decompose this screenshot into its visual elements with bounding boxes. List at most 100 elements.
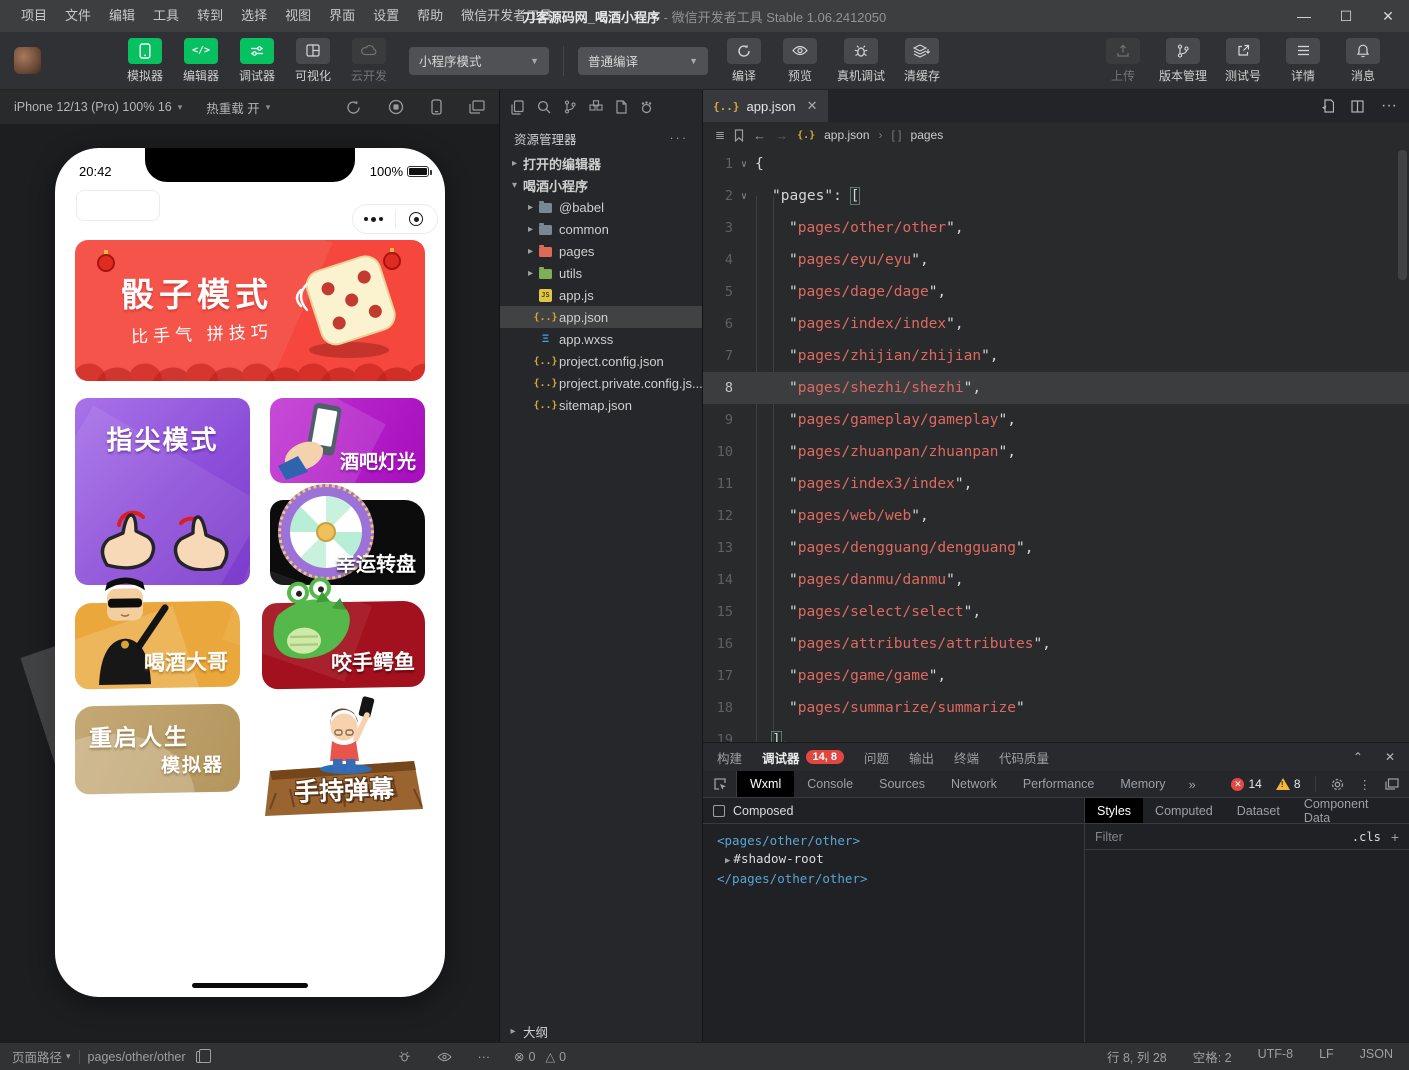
device-select[interactable]: iPhone 12/13 (Pro) 100% 16▾ xyxy=(14,100,182,114)
debugger-button[interactable]: 调试器 xyxy=(231,38,283,84)
nav-back-placeholder[interactable] xyxy=(76,190,160,221)
menu-item[interactable]: 选择 xyxy=(232,0,276,32)
tab-output[interactable]: 输出 xyxy=(909,748,934,767)
maximize-icon[interactable]: ☐ xyxy=(1325,0,1367,32)
visualize-button[interactable]: 可视化 xyxy=(287,38,339,84)
upload-button[interactable]: 上传 xyxy=(1095,38,1151,84)
file-icon[interactable] xyxy=(616,100,627,114)
tile-drinking-boss[interactable]: 喝酒大哥 xyxy=(75,601,240,690)
test-account-button[interactable]: 测试号 xyxy=(1215,38,1271,84)
tab-sources[interactable]: Sources xyxy=(866,771,938,797)
remote-debug-button[interactable]: 真机调试 xyxy=(830,38,892,84)
tree-item-project.private.config.js...[interactable]: {..}project.private.config.js... xyxy=(500,372,702,394)
more-menu-button[interactable] xyxy=(353,217,395,222)
forward-icon[interactable]: → xyxy=(775,128,788,143)
tree-item-project.config.json[interactable]: {..}project.config.json xyxy=(500,350,702,372)
tab-dataset[interactable]: Dataset xyxy=(1225,798,1292,823)
menu-item[interactable]: 工具 xyxy=(144,0,188,32)
appium-icon[interactable] xyxy=(640,101,653,114)
cls-toggle[interactable]: .cls xyxy=(1352,830,1381,844)
breadcrumb-file[interactable]: app.json xyxy=(824,128,869,142)
menu-item[interactable]: 编辑 xyxy=(100,0,144,32)
compile-button[interactable]: 编译 xyxy=(718,38,770,84)
tree-item-sitemap.json[interactable]: {..}sitemap.json xyxy=(500,394,702,416)
wxml-close-tag[interactable]: </pages/other/other> xyxy=(717,870,1084,888)
avatar[interactable] xyxy=(14,47,41,74)
inspect-element-icon[interactable] xyxy=(703,771,737,797)
more-actions-icon[interactable]: ··· xyxy=(1381,97,1397,115)
wxml-open-tag[interactable]: <pages/other/other> xyxy=(717,832,1084,850)
more-options-icon[interactable]: ··· xyxy=(478,1050,491,1064)
modules-icon[interactable] xyxy=(589,100,603,114)
error-count[interactable]: ✕14 xyxy=(1231,777,1261,791)
tab-computed[interactable]: Computed xyxy=(1143,798,1225,823)
tab-app-json[interactable]: {..} app.json ✕ xyxy=(703,90,828,122)
open-preview-icon[interactable] xyxy=(1321,99,1334,113)
settings-gear-icon[interactable] xyxy=(1330,777,1345,792)
git-branch-icon[interactable] xyxy=(564,100,576,114)
page-path-select[interactable]: 页面路径▾ xyxy=(12,1047,71,1066)
close-tab-icon[interactable]: ✕ xyxy=(807,98,818,114)
tree-item-pages[interactable]: ▸pages xyxy=(500,240,702,262)
split-editor-icon[interactable] xyxy=(1351,100,1364,113)
tab-code-quality[interactable]: 代码质量 xyxy=(999,748,1049,767)
tabs-overflow-icon[interactable]: » xyxy=(1179,771,1206,797)
details-button[interactable]: 详情 xyxy=(1275,38,1331,84)
tree-item-common[interactable]: ▸common xyxy=(500,218,702,240)
editor-button[interactable]: </> 编辑器 xyxy=(175,38,227,84)
tab-memory[interactable]: Memory xyxy=(1107,771,1178,797)
menu-item[interactable]: 帮助 xyxy=(408,0,452,32)
mode-select[interactable]: 小程序模式 ▼ xyxy=(409,47,549,75)
simulator-button[interactable]: 模拟器 xyxy=(119,38,171,84)
tab-terminal[interactable]: 终端 xyxy=(954,748,979,767)
files-icon[interactable] xyxy=(511,100,524,115)
more-actions-icon[interactable]: ··· xyxy=(670,131,689,145)
search-icon[interactable] xyxy=(537,100,551,114)
compile-select[interactable]: 普通编译 ▼ xyxy=(578,47,708,75)
tile-biting-crocodile[interactable]: 咬手鳄鱼 xyxy=(262,601,425,690)
multi-window-icon[interactable] xyxy=(469,100,485,114)
tile-handheld-danmu[interactable]: 手持弹幕 xyxy=(262,693,425,823)
menu-item[interactable]: 文件 xyxy=(56,0,100,32)
clear-cache-button[interactable]: 清缓存 xyxy=(896,38,948,84)
tile-dice-mode[interactable]: 骰子模式 比手气 拼技巧 xyxy=(75,240,425,381)
styles-filter-input[interactable]: Filter xyxy=(1095,830,1342,844)
outline-list-icon[interactable]: ≣ xyxy=(715,128,725,142)
tab-styles[interactable]: Styles xyxy=(1085,798,1143,823)
preview-button[interactable]: 预览 xyxy=(774,38,826,84)
tree-item-app.wxss[interactable]: Ξapp.wxss xyxy=(500,328,702,350)
warning-counter[interactable]: △0 xyxy=(545,1049,566,1064)
warning-count[interactable]: 8 xyxy=(1276,777,1301,791)
close-panel-icon[interactable]: ✕ xyxy=(1385,750,1395,764)
menu-item[interactable]: 项目 xyxy=(12,0,56,32)
tree-item-喝酒小程序[interactable]: ▾喝酒小程序 xyxy=(500,174,702,196)
tree-item-打开的编辑器[interactable]: ▸打开的编辑器 xyxy=(500,152,702,174)
tree-item-utils[interactable]: ▸utils xyxy=(500,262,702,284)
tab-component-data[interactable]: Component Data xyxy=(1292,798,1409,823)
cloud-dev-button[interactable]: 云开发 xyxy=(343,38,395,84)
composed-toggle[interactable]: Composed xyxy=(703,798,1084,824)
record-icon[interactable] xyxy=(388,99,404,115)
device-frame-icon[interactable] xyxy=(431,99,442,115)
tab-wxml[interactable]: Wxml xyxy=(737,771,794,797)
indent-setting[interactable]: 空格: 2 xyxy=(1193,1047,1232,1066)
version-control-button[interactable]: 版本管理 xyxy=(1155,38,1211,84)
tab-network[interactable]: Network xyxy=(938,771,1010,797)
tab-console[interactable]: Console xyxy=(794,771,866,797)
cursor-position[interactable]: 行 8, 列 28 xyxy=(1107,1047,1167,1066)
encoding[interactable]: UTF-8 xyxy=(1258,1047,1293,1066)
error-counter[interactable]: ⊗0 xyxy=(514,1049,535,1064)
tile-fingertip-mode[interactable]: 指尖模式 xyxy=(75,398,250,585)
hot-reload-toggle[interactable]: 热重载 开▾ xyxy=(206,98,270,117)
home-indicator[interactable] xyxy=(192,983,308,988)
menu-item[interactable]: 转到 xyxy=(188,0,232,32)
collapse-panel-icon[interactable]: ⌃ xyxy=(1353,750,1363,764)
menu-item[interactable]: 视图 xyxy=(276,0,320,32)
tree-item-app.json[interactable]: {..}app.json xyxy=(500,306,702,328)
dock-side-icon[interactable] xyxy=(1385,778,1399,790)
back-icon[interactable]: ← xyxy=(753,128,766,143)
new-style-rule-icon[interactable]: + xyxy=(1391,829,1399,845)
outline-section[interactable]: ▸大纲 xyxy=(500,1020,702,1042)
tile-restart-life-simulator[interactable]: 重启人生 模拟器 xyxy=(75,704,240,795)
tree-item-app.js[interactable]: JSapp.js xyxy=(500,284,702,306)
